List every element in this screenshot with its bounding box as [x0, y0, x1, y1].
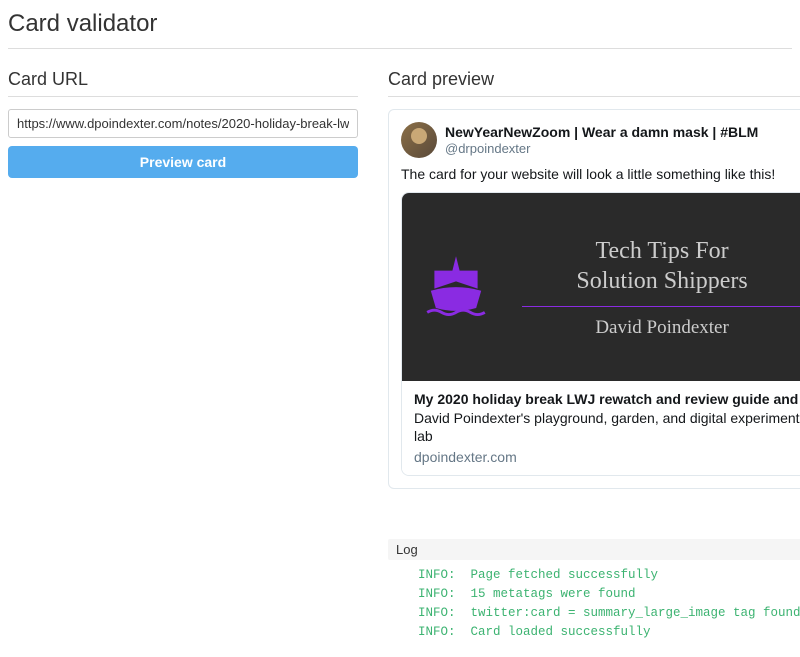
card-url-panel: Card URL Preview card	[8, 69, 358, 647]
ship-icon	[420, 249, 492, 326]
card-meta: My 2020 holiday break LWJ rewatch and re…	[402, 381, 800, 475]
avatar	[401, 122, 437, 158]
tweet-display-name: NewYearNewZoom | Wear a damn mask | #BLM	[445, 124, 758, 141]
summary-card[interactable]: Tech Tips For Solution Shippers David Po…	[401, 192, 800, 476]
tweet-text: The card for your website will look a li…	[401, 166, 800, 182]
card-url-heading: Card URL	[8, 69, 358, 97]
card-preview-heading: Card preview	[388, 69, 800, 97]
card-description: David Poindexter's playground, garden, a…	[414, 409, 800, 445]
tweet-header: NewYearNewZoom | Wear a damn mask | #BLM…	[401, 122, 800, 158]
card-preview-box: NewYearNewZoom | Wear a damn mask | #BLM…	[388, 109, 800, 489]
card-preview-panel: Card preview NewYearNewZoom | Wear a dam…	[388, 69, 800, 647]
card-url-input[interactable]	[8, 109, 358, 138]
card-image: Tech Tips For Solution Shippers David Po…	[402, 193, 800, 381]
card-image-text: Tech Tips For Solution Shippers David Po…	[510, 236, 800, 339]
card-image-divider	[522, 306, 800, 307]
main-columns: Card URL Preview card Card preview NewYe…	[8, 69, 792, 647]
card-image-line1: Tech Tips For	[510, 236, 800, 266]
card-image-line2: Solution Shippers	[510, 266, 800, 296]
log-header[interactable]: Log ▼	[388, 539, 800, 560]
log-heading-label: Log	[396, 542, 418, 557]
preview-card-button[interactable]: Preview card	[8, 146, 358, 178]
card-title: My 2020 holiday break LWJ rewatch and re…	[414, 391, 800, 407]
tweet-names: NewYearNewZoom | Wear a damn mask | #BLM…	[445, 122, 758, 158]
log-body: INFO: Page fetched successfully INFO: 15…	[388, 560, 800, 647]
log-section: Log ▼ INFO: Page fetched successfully IN…	[388, 539, 800, 647]
card-domain: dpoindexter.com	[414, 449, 800, 465]
page-title: Card validator	[8, 10, 792, 49]
tweet-handle: @drpoindexter	[445, 141, 758, 157]
card-image-author: David Poindexter	[510, 317, 800, 339]
